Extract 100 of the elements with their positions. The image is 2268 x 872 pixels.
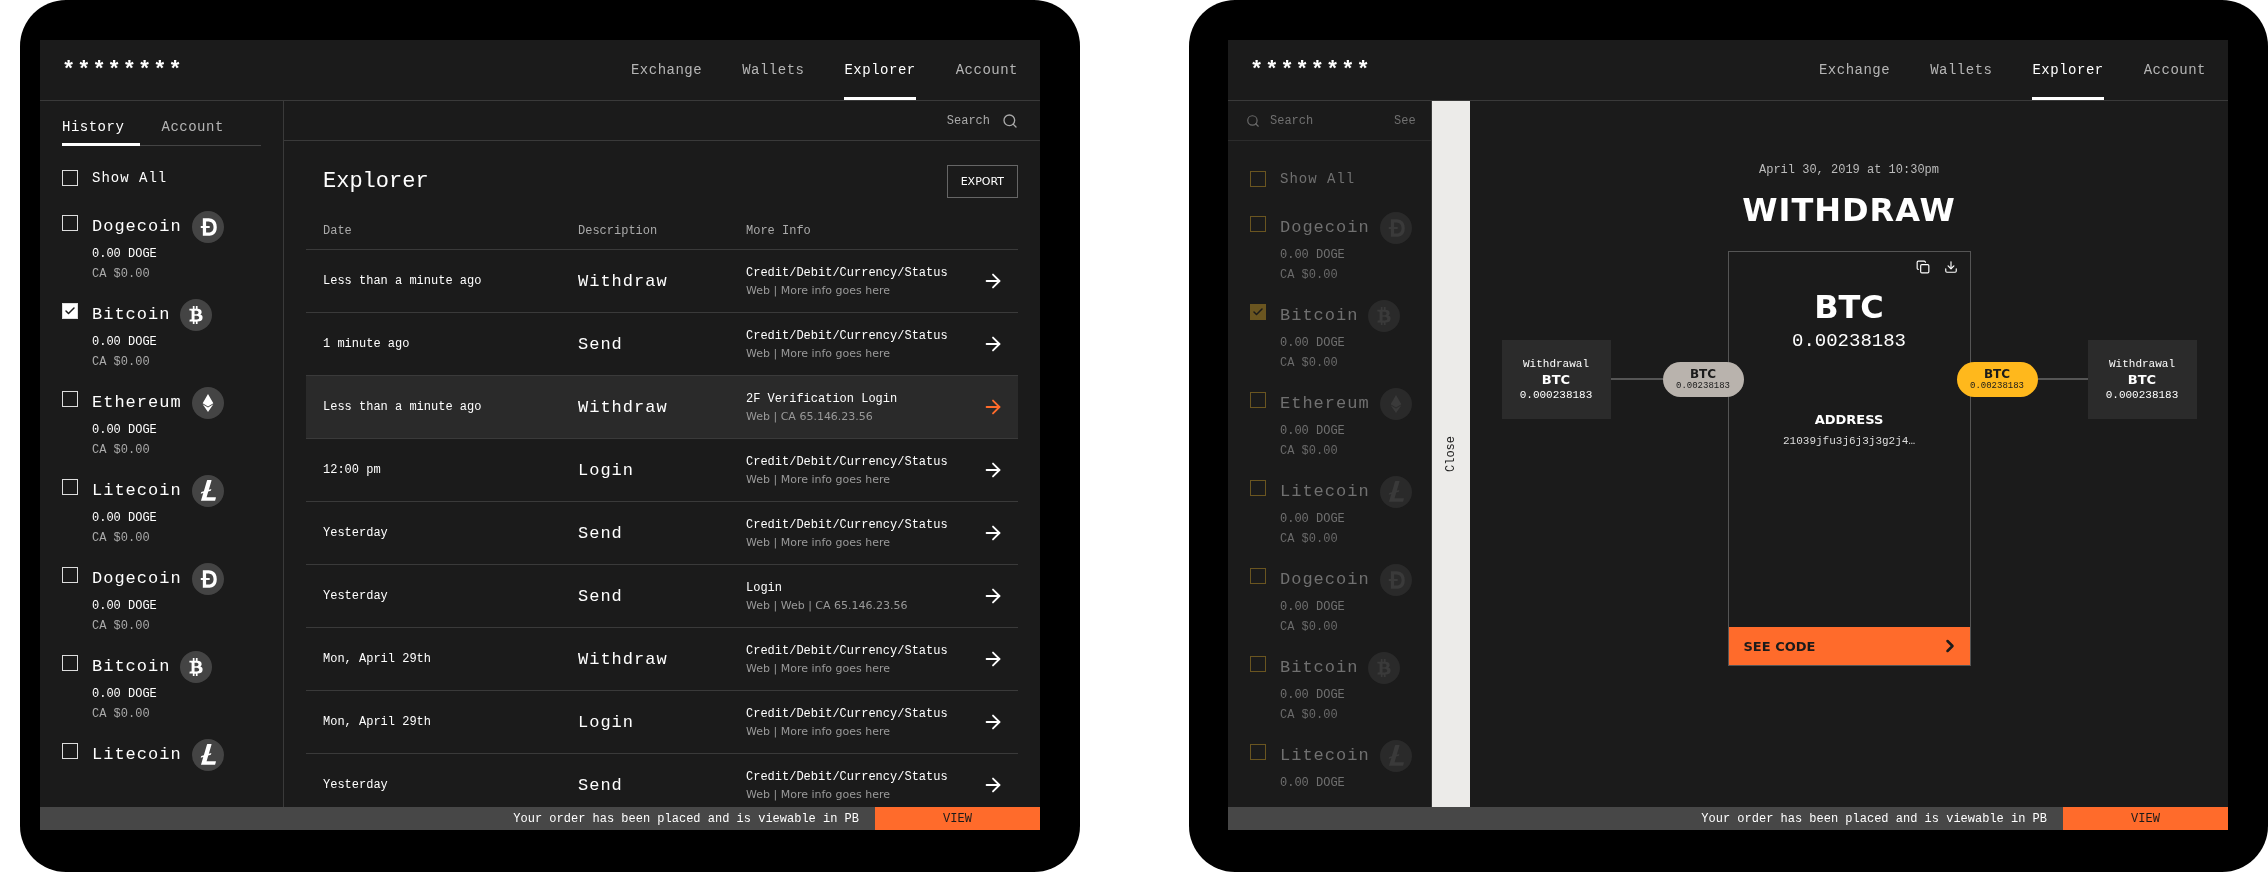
node-amount: 0.000238183 [2105,389,2179,401]
sidebar-tab[interactable]: Account [161,119,239,146]
nav-tab[interactable]: Explorer [2032,40,2104,100]
info-text: Credit/Debit/Currency/Status [746,454,949,469]
date-cell-text: Mon, April 29th [323,652,433,666]
search-field[interactable]: Search [932,112,1018,129]
dogecoin-coin-icon [1379,212,1412,244]
info-subtext: Web | More info goes here [746,283,892,297]
coin-name: Litecoin [1280,745,1370,767]
date-cell-text: Less than a minute ago [323,400,483,414]
description-cell-text: Login [578,460,635,480]
coin-balance: 0.00 DOGE [1280,776,1346,790]
coin-name: Bitcoin [1280,305,1359,327]
coin-name: Litecoin [92,480,182,502]
info-text: Credit/Debit/Currency/Status [746,328,949,343]
table-row[interactable]: Mon, April 29th Login Credit/Debit/Currency/Status Web | More info goes here [306,691,1018,754]
fiat-balance: CA $0.00 [1280,708,1339,722]
info-text: Login [746,580,783,595]
checkbox[interactable] [1250,568,1266,584]
copy-icon[interactable] [1915,260,1930,274]
info-text: Credit/Debit/Currency/Status [746,265,949,280]
dogecoin-coin-icon [1379,564,1412,596]
search-input[interactable]: Search [932,112,992,129]
fiat-balance: CA $0.00 [1280,532,1339,546]
litecoin-coin-icon [1379,740,1412,772]
info-subtext: Web | More info goes here [746,472,892,486]
nav-tab[interactable]: Account [2143,40,2206,100]
search-icon [1246,113,1260,128]
coin-name: Dogecoin [1280,217,1370,239]
dogecoin-coin-icon [191,211,224,243]
coin-balance: 0.00 DOGE [1280,336,1346,350]
view-button[interactable]: VIEW [2063,807,2228,830]
column-header: Date [323,223,353,238]
table-row[interactable]: Less than a minute ago Withdraw 2F Verification Login Web | CA 65.146.23.56 [306,376,1018,439]
table-row[interactable]: Less than a minute ago Withdraw Credit/Debit/Currency/Status Web | More info goes here [306,250,1018,313]
coin-balance: 0.00 DOGE [1280,600,1346,614]
export-button[interactable]: EXPORT [946,165,1018,198]
table-row[interactable]: Yesterday Send Login Web | Web | CA 65.146.23.56 [306,565,1018,628]
checkbox[interactable] [1250,304,1266,320]
nav-tab[interactable]: Exchange [1818,40,1891,100]
date-cell-text: Yesterday [323,778,389,792]
download-icon[interactable] [1943,260,1958,274]
coin-name: Litecoin [1280,481,1370,503]
sidebar-tab[interactable]: History [62,119,140,146]
coin-name: Dogecoin [92,216,182,238]
node-currency: BTC [1541,372,1571,387]
description-cell-text: Send [578,775,624,795]
table-row[interactable]: 12:00 pm Login Credit/Debit/Currency/Status Web | More info goes here [306,439,1018,502]
node-label: Withdrawal [2109,358,2175,370]
checkbox[interactable] [1250,656,1266,672]
table-row[interactable]: Yesterday Send Credit/Debit/Currency/Status Web | More info goes here [306,502,1018,565]
bitcoin-coin-icon [1368,300,1401,332]
coin-balance: 0.00 DOGE [1280,424,1346,438]
table-row[interactable]: Mon, April 29th Withdraw Credit/Debit/Currency/Status Web | More info goes here [306,628,1018,691]
coin-name: Bitcoin [92,656,171,678]
nav-tab[interactable]: Wallets [742,40,805,100]
view-button[interactable]: VIEW [875,807,1040,830]
coin-name: Ethereum [92,392,182,414]
fiat-balance: CA $0.00 [1280,268,1339,282]
check-icon [1252,306,1264,318]
search-link[interactable]: See [1394,113,1416,128]
nav-tab[interactable]: Explorer [844,40,916,100]
checkbox[interactable] [1250,216,1266,232]
search-field[interactable]: Search [1268,112,1386,129]
nav-tab[interactable]: Wallets [1930,40,1993,100]
checkbox-label: Show All [92,169,168,188]
coin-balance: 0.00 DOGE [1280,688,1346,702]
nav-tab[interactable]: Account [955,40,1018,100]
nav-tab[interactable]: Exchange [630,40,703,100]
transaction-date: April 30, 2019 at 10:30pm [1759,163,1939,177]
coin-balance: 0.00 DOGE [1280,248,1346,262]
coin-balance: 0.00 DOGE [92,511,158,525]
info-text: Credit/Debit/Currency/Status [746,517,949,532]
fiat-balance: CA $0.00 [92,267,151,281]
checkbox[interactable] [1250,744,1266,760]
dogecoin-coin-icon [191,563,224,595]
bitcoin-coin-icon [180,299,213,331]
checkbox[interactable] [1250,171,1266,187]
description-cell-text: Withdraw [578,397,669,417]
fiat-balance: CA $0.00 [92,531,151,545]
litecoin-coin-icon [191,475,224,507]
coin-name: Bitcoin [1280,657,1359,679]
coin-balance: 0.00 DOGE [92,335,158,349]
close-button[interactable]: Close [1432,101,1470,807]
date-cell-text: 12:00 pm [323,463,382,477]
see-code-button[interactable]: SEE CODE [1728,627,1970,665]
info-subtext: Web | More info goes here [746,346,892,360]
connector-line [1610,378,1663,380]
date-cell-text: Mon, April 29th [323,715,433,729]
info-subtext: Web | CA 65.146.23.56 [746,409,874,423]
fiat-balance: CA $0.00 [92,707,151,721]
info-subtext: Web | More info goes here [746,535,892,549]
info-text: Credit/Debit/Currency/Status [746,769,949,784]
node-currency: BTC [2127,372,2157,387]
info-text: Credit/Debit/Currency/Status [746,706,949,721]
checkbox[interactable] [1250,480,1266,496]
checkbox[interactable] [1250,392,1266,408]
description-cell-text: Withdraw [578,271,669,291]
checkbox-label: Show All [1280,170,1356,189]
coin-balance: 0.00 DOGE [92,423,158,437]
